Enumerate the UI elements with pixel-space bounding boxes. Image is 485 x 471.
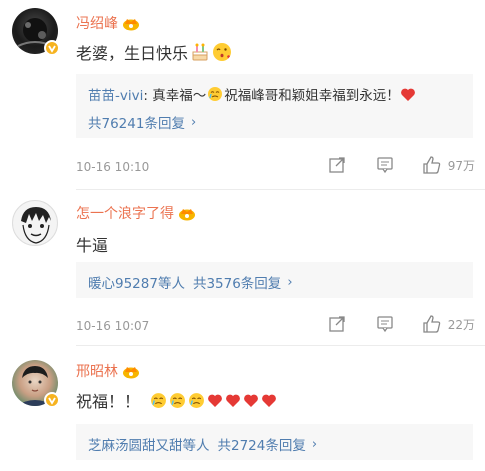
share-icon bbox=[329, 157, 345, 173]
commenter-name-text[interactable]: 邢昭林 bbox=[76, 361, 118, 381]
more-replies-text[interactable]: 共76241条回复 bbox=[88, 112, 185, 132]
commenter-name[interactable]: 怎一个浪字了得 bbox=[76, 203, 196, 223]
chevron-right-icon: › bbox=[190, 114, 197, 130]
comment-timestamp: 10-16 10:10 bbox=[76, 160, 150, 174]
comment-text-content: 老婆，生日快乐 bbox=[76, 44, 189, 63]
comment-text-content: 牛逼 bbox=[76, 236, 109, 255]
tearful-face-icon bbox=[208, 87, 223, 101]
more-replies-link[interactable]: 共76241条回复 › bbox=[88, 112, 197, 133]
comment-timestamp: 10-16 10:07 bbox=[76, 319, 150, 333]
tearful-face-icon bbox=[170, 392, 185, 408]
kiss-face-icon bbox=[213, 43, 232, 61]
avatar[interactable] bbox=[12, 8, 60, 56]
like-icon bbox=[423, 315, 440, 333]
commenter-name-text[interactable]: 怎一个浪字了得 bbox=[76, 203, 174, 223]
tearful-face-icon bbox=[189, 392, 204, 408]
reply-text-2: 祝福峰哥和颖姐幸福到永远！ bbox=[224, 88, 400, 104]
comment-actions: 22万 bbox=[328, 314, 475, 334]
like-button[interactable]: 22万 bbox=[422, 314, 475, 334]
share-button[interactable] bbox=[328, 156, 346, 174]
tearful-face-icon bbox=[151, 392, 166, 408]
share-button[interactable] bbox=[328, 315, 346, 333]
more-replies-link[interactable]: 暖心95287等人 共3576条回复 › bbox=[88, 272, 293, 293]
like-count: 22万 bbox=[447, 317, 475, 332]
commenter-name[interactable]: 冯绍峰 bbox=[76, 13, 140, 33]
more-replies-link[interactable]: 芝麻汤圆甜又甜等人 共2724条回复 › bbox=[88, 434, 318, 455]
comment-text-content: 祝福！！ bbox=[76, 392, 141, 411]
reply-button[interactable] bbox=[376, 315, 394, 333]
crown-icon bbox=[123, 366, 139, 378]
like-icon bbox=[423, 156, 440, 174]
reply-users[interactable]: 暖心95287等人 bbox=[88, 272, 185, 292]
comment-item: 怎一个浪字了得 牛逼 暖心95287等人 共3576条回复 › 10-16 10… bbox=[0, 190, 485, 350]
avatar[interactable] bbox=[12, 200, 58, 246]
birthday-cake-icon bbox=[192, 43, 208, 61]
reply-preview[interactable]: 苗苗-vivi : 真幸福～ 祝福峰哥和颖姐幸福到永远！ 共76241条回复 › bbox=[76, 74, 473, 138]
verified-icon bbox=[44, 40, 60, 56]
heart-icon bbox=[208, 394, 222, 407]
like-button[interactable]: 97万 bbox=[422, 155, 475, 175]
heart-icon bbox=[226, 394, 240, 407]
comment-text: 祝福！！ bbox=[76, 388, 277, 412]
crown-icon bbox=[123, 18, 139, 30]
reply-user[interactable]: 苗苗-vivi bbox=[88, 84, 143, 104]
reply-preview[interactable]: 暖心95287等人 共3576条回复 › bbox=[76, 262, 473, 298]
reply-line: 苗苗-vivi : 真幸福～ 祝福峰哥和颖姐幸福到永远！ bbox=[88, 84, 416, 104]
chevron-right-icon: › bbox=[311, 436, 318, 452]
reply-preview[interactable]: 芝麻汤圆甜又甜等人 共2724条回复 › bbox=[76, 424, 473, 460]
reply-users[interactable]: 芝麻汤圆甜又甜等人 bbox=[88, 434, 210, 454]
more-replies-text[interactable]: 共3576条回复 bbox=[193, 272, 281, 292]
commenter-name-text[interactable]: 冯绍峰 bbox=[76, 13, 118, 33]
reply-button[interactable] bbox=[376, 156, 394, 174]
crown-icon bbox=[179, 208, 195, 220]
divider bbox=[76, 345, 485, 346]
comment-icon bbox=[377, 157, 393, 174]
share-icon bbox=[329, 316, 345, 332]
comment-actions: 97万 bbox=[328, 155, 475, 175]
reply-text: : 真幸福～ bbox=[143, 88, 207, 104]
more-replies-text[interactable]: 共2724条回复 bbox=[218, 434, 306, 454]
comment-item: 冯绍峰 老婆，生日快乐 苗苗-vivi : 真幸福～ 祝福峰哥和颖姐幸福到永远！… bbox=[0, 0, 485, 190]
comment-text: 牛逼 bbox=[76, 232, 108, 256]
chevron-right-icon: › bbox=[287, 274, 293, 290]
heart-icon bbox=[262, 394, 276, 407]
commenter-name[interactable]: 邢昭林 bbox=[76, 361, 140, 381]
comment-icon bbox=[377, 316, 393, 333]
heart-icon bbox=[244, 394, 258, 407]
comment-text: 老婆，生日快乐 bbox=[76, 40, 232, 64]
comment-item: 邢昭林 祝福！！ 芝麻汤圆甜又甜等人 共2724条回复 › bbox=[0, 348, 485, 471]
heart-icon bbox=[400, 88, 415, 101]
avatar[interactable] bbox=[12, 360, 60, 408]
verified-icon bbox=[44, 392, 60, 408]
like-count: 97万 bbox=[447, 158, 475, 173]
